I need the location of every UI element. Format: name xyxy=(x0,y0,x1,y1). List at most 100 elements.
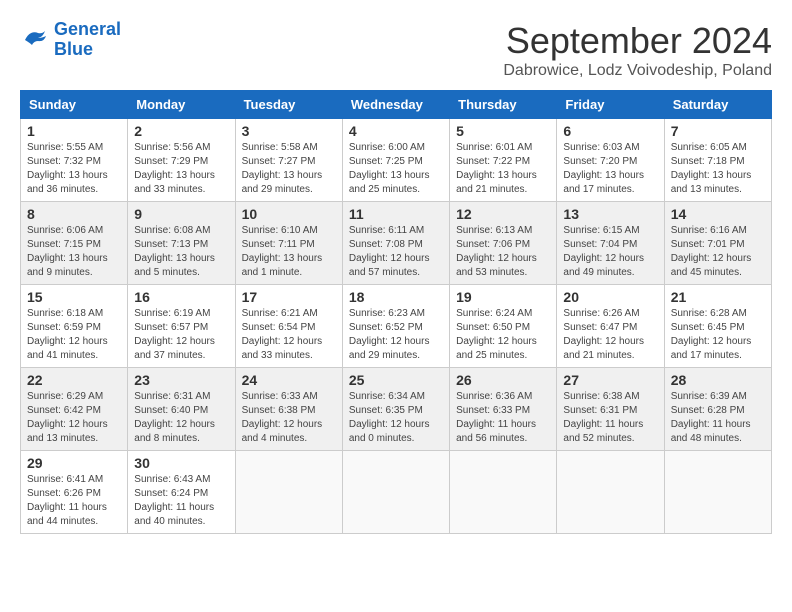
day-info: Sunrise: 5:56 AMSunset: 7:29 PMDaylight:… xyxy=(134,141,228,197)
day-info: Sunrise: 6:16 AMSunset: 7:01 PMDaylight:… xyxy=(671,224,765,280)
day-number: 1 xyxy=(27,123,121,139)
day-info: Sunrise: 6:08 AMSunset: 7:13 PMDaylight:… xyxy=(134,224,228,280)
calendar-day-cell: 26 Sunrise: 6:36 AMSunset: 6:33 PMDayligh… xyxy=(450,368,557,451)
day-info: Sunrise: 6:36 AMSunset: 6:33 PMDaylight:… xyxy=(456,390,550,446)
calendar-day-cell: 10Sunrise: 6:10 AMSunset: 7:11 PMDayligh… xyxy=(235,202,342,285)
calendar-day-cell: 4 Sunrise: 6:00 AMSunset: 7:25 PMDaylight… xyxy=(342,119,449,202)
calendar-day-cell: 28 Sunrise: 6:39 AMSunset: 6:28 PMDayligh… xyxy=(664,368,771,451)
day-number: 4 xyxy=(349,123,443,139)
day-info: Sunrise: 6:15 AMSunset: 7:04 PMDaylight:… xyxy=(563,224,657,280)
calendar-day-cell xyxy=(235,451,342,534)
calendar-day-cell: 24 Sunrise: 6:33 AMSunset: 6:38 PMDayligh… xyxy=(235,368,342,451)
calendar-day-cell: 5 Sunrise: 6:01 AMSunset: 7:22 PMDaylight… xyxy=(450,119,557,202)
calendar-day-cell: 6 Sunrise: 6:03 AMSunset: 7:20 PMDaylight… xyxy=(557,119,664,202)
weekday-header-thursday: Thursday xyxy=(450,91,557,119)
day-info: Sunrise: 6:03 AMSunset: 7:20 PMDaylight:… xyxy=(563,141,657,197)
day-info: Sunrise: 6:01 AMSunset: 7:22 PMDaylight:… xyxy=(456,141,550,197)
calendar-week-row: 22Sunrise: 6:29 AMSunset: 6:42 PMDayligh… xyxy=(21,368,772,451)
calendar-day-cell: 11Sunrise: 6:11 AMSunset: 7:08 PMDayligh… xyxy=(342,202,449,285)
calendar-day-cell: 23Sunrise: 6:31 AMSunset: 6:40 PMDayligh… xyxy=(128,368,235,451)
day-number: 3 xyxy=(242,123,336,139)
calendar-day-cell: 18Sunrise: 6:23 AMSunset: 6:52 PMDayligh… xyxy=(342,285,449,368)
day-number: 18 xyxy=(349,289,443,305)
calendar-week-row: 29 Sunrise: 6:41 AMSunset: 6:26 PMDayligh… xyxy=(21,451,772,534)
calendar-header-row: SundayMondayTuesdayWednesdayThursdayFrid… xyxy=(21,91,772,119)
calendar-day-cell: 30Sunrise: 6:43 AMSunset: 6:24 PMDayligh… xyxy=(128,451,235,534)
calendar-day-cell: 14 Sunrise: 6:16 AMSunset: 7:01 PMDayligh… xyxy=(664,202,771,285)
day-info: Sunrise: 5:55 AMSunset: 7:32 PMDaylight:… xyxy=(27,141,121,197)
day-number: 30 xyxy=(134,455,228,471)
calendar-day-cell: 17 Sunrise: 6:21 AMSunset: 6:54 PMDayligh… xyxy=(235,285,342,368)
day-number: 9 xyxy=(134,206,228,222)
day-number: 23 xyxy=(134,372,228,388)
day-number: 25 xyxy=(349,372,443,388)
day-info: Sunrise: 6:13 AMSunset: 7:06 PMDaylight:… xyxy=(456,224,550,280)
weekday-header-wednesday: Wednesday xyxy=(342,91,449,119)
day-info: Sunrise: 6:21 AMSunset: 6:54 PMDaylight:… xyxy=(242,307,336,363)
day-info: Sunrise: 6:29 AMSunset: 6:42 PMDaylight:… xyxy=(27,390,121,446)
day-number: 17 xyxy=(242,289,336,305)
calendar-day-cell xyxy=(557,451,664,534)
calendar-day-cell: 9 Sunrise: 6:08 AMSunset: 7:13 PMDaylight… xyxy=(128,202,235,285)
day-info: Sunrise: 6:24 AMSunset: 6:50 PMDaylight:… xyxy=(456,307,550,363)
day-info: Sunrise: 6:34 AMSunset: 6:35 PMDaylight:… xyxy=(349,390,443,446)
calendar-day-cell: 7Sunrise: 6:05 AMSunset: 7:18 PMDaylight… xyxy=(664,119,771,202)
day-info: Sunrise: 6:10 AMSunset: 7:11 PMDaylight:… xyxy=(242,224,336,280)
calendar-day-cell: 13 Sunrise: 6:15 AMSunset: 7:04 PMDayligh… xyxy=(557,202,664,285)
calendar-day-cell: 3 Sunrise: 5:58 AMSunset: 7:27 PMDaylight… xyxy=(235,119,342,202)
calendar-day-cell: 29 Sunrise: 6:41 AMSunset: 6:26 PMDayligh… xyxy=(21,451,128,534)
day-number: 5 xyxy=(456,123,550,139)
page-header: General Blue September 2024 Dabrowice, L… xyxy=(20,20,772,80)
calendar-week-row: 15Sunrise: 6:18 AMSunset: 6:59 PMDayligh… xyxy=(21,285,772,368)
day-info: Sunrise: 6:39 AMSunset: 6:28 PMDaylight:… xyxy=(671,390,765,446)
calendar-day-cell: 15Sunrise: 6:18 AMSunset: 6:59 PMDayligh… xyxy=(21,285,128,368)
weekday-header-sunday: Sunday xyxy=(21,91,128,119)
day-info: Sunrise: 5:58 AMSunset: 7:27 PMDaylight:… xyxy=(242,141,336,197)
day-number: 11 xyxy=(349,206,443,222)
calendar-table: SundayMondayTuesdayWednesdayThursdayFrid… xyxy=(20,90,772,534)
calendar-day-cell xyxy=(664,451,771,534)
day-info: Sunrise: 6:38 AMSunset: 6:31 PMDaylight:… xyxy=(563,390,657,446)
day-number: 26 xyxy=(456,372,550,388)
weekday-header-saturday: Saturday xyxy=(664,91,771,119)
weekday-header-friday: Friday xyxy=(557,91,664,119)
day-number: 16 xyxy=(134,289,228,305)
location-subtitle: Dabrowice, Lodz Voivodeship, Poland xyxy=(503,62,772,80)
day-number: 14 xyxy=(671,206,765,222)
logo-icon xyxy=(20,25,50,55)
calendar-day-cell: 2 Sunrise: 5:56 AMSunset: 7:29 PMDaylight… xyxy=(128,119,235,202)
day-number: 13 xyxy=(563,206,657,222)
weekday-header-monday: Monday xyxy=(128,91,235,119)
day-number: 24 xyxy=(242,372,336,388)
calendar-day-cell: 22Sunrise: 6:29 AMSunset: 6:42 PMDayligh… xyxy=(21,368,128,451)
calendar-day-cell xyxy=(342,451,449,534)
calendar-week-row: 1 Sunrise: 5:55 AMSunset: 7:32 PMDaylight… xyxy=(21,119,772,202)
calendar-day-cell: 12 Sunrise: 6:13 AMSunset: 7:06 PMDayligh… xyxy=(450,202,557,285)
day-info: Sunrise: 6:26 AMSunset: 6:47 PMDaylight:… xyxy=(563,307,657,363)
month-title: September 2024 xyxy=(503,20,772,62)
calendar-day-cell: 8Sunrise: 6:06 AMSunset: 7:15 PMDaylight… xyxy=(21,202,128,285)
day-info: Sunrise: 6:41 AMSunset: 6:26 PMDaylight:… xyxy=(27,473,121,529)
day-number: 12 xyxy=(456,206,550,222)
day-number: 20 xyxy=(563,289,657,305)
day-number: 7 xyxy=(671,123,765,139)
day-info: Sunrise: 6:33 AMSunset: 6:38 PMDaylight:… xyxy=(242,390,336,446)
day-number: 2 xyxy=(134,123,228,139)
day-number: 6 xyxy=(563,123,657,139)
logo-text: General Blue xyxy=(54,20,121,60)
day-info: Sunrise: 6:19 AMSunset: 6:57 PMDaylight:… xyxy=(134,307,228,363)
calendar-day-cell: 25 Sunrise: 6:34 AMSunset: 6:35 PMDayligh… xyxy=(342,368,449,451)
day-number: 19 xyxy=(456,289,550,305)
day-number: 29 xyxy=(27,455,121,471)
calendar-day-cell: 27 Sunrise: 6:38 AMSunset: 6:31 PMDayligh… xyxy=(557,368,664,451)
day-number: 15 xyxy=(27,289,121,305)
day-info: Sunrise: 6:28 AMSunset: 6:45 PMDaylight:… xyxy=(671,307,765,363)
calendar-day-cell xyxy=(450,451,557,534)
calendar-day-cell: 16 Sunrise: 6:19 AMSunset: 6:57 PMDayligh… xyxy=(128,285,235,368)
calendar-day-cell: 20 Sunrise: 6:26 AMSunset: 6:47 PMDayligh… xyxy=(557,285,664,368)
day-number: 28 xyxy=(671,372,765,388)
weekday-header-tuesday: Tuesday xyxy=(235,91,342,119)
title-block: September 2024 Dabrowice, Lodz Voivodesh… xyxy=(503,20,772,80)
day-info: Sunrise: 6:00 AMSunset: 7:25 PMDaylight:… xyxy=(349,141,443,197)
day-number: 27 xyxy=(563,372,657,388)
